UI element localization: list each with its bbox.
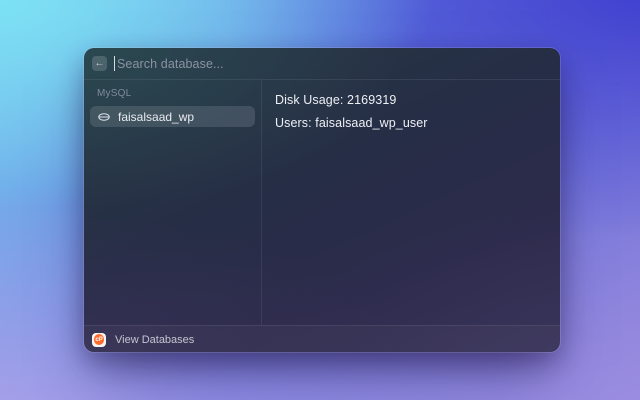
detail-users: Users: faisalsaad_wp_user bbox=[275, 116, 547, 130]
list-item-label: faisalsaad_wp bbox=[118, 110, 194, 124]
detail-disk-usage: Disk Usage: 2169319 bbox=[275, 93, 547, 107]
footer-action-bar[interactable]: cP View Databases bbox=[84, 325, 560, 352]
back-button[interactable]: ← bbox=[92, 56, 107, 71]
search-bar: ← Search database... bbox=[84, 48, 560, 80]
details-panel: Disk Usage: 2169319 Users: faisalsaad_wp… bbox=[262, 80, 560, 325]
search-input[interactable]: Search database... bbox=[117, 57, 224, 71]
window-body: MySQL faisalsaad_wp Disk Usage: 2169319 … bbox=[84, 80, 560, 325]
launcher-window: ← Search database... MySQL faisalsaad_wp… bbox=[84, 48, 560, 352]
text-caret bbox=[114, 56, 115, 71]
list-item-database[interactable]: faisalsaad_wp bbox=[90, 106, 255, 127]
database-icon bbox=[97, 110, 111, 124]
footer-action-label: View Databases bbox=[115, 334, 194, 346]
results-sidebar: MySQL faisalsaad_wp bbox=[84, 80, 262, 325]
back-arrow-icon: ← bbox=[95, 58, 105, 69]
cpanel-logo-icon: cP bbox=[94, 334, 105, 345]
cpanel-app-icon: cP bbox=[92, 333, 106, 347]
section-label-mysql: MySQL bbox=[90, 88, 255, 99]
desktop: { "window": { "search": { "placeholder":… bbox=[0, 0, 640, 400]
